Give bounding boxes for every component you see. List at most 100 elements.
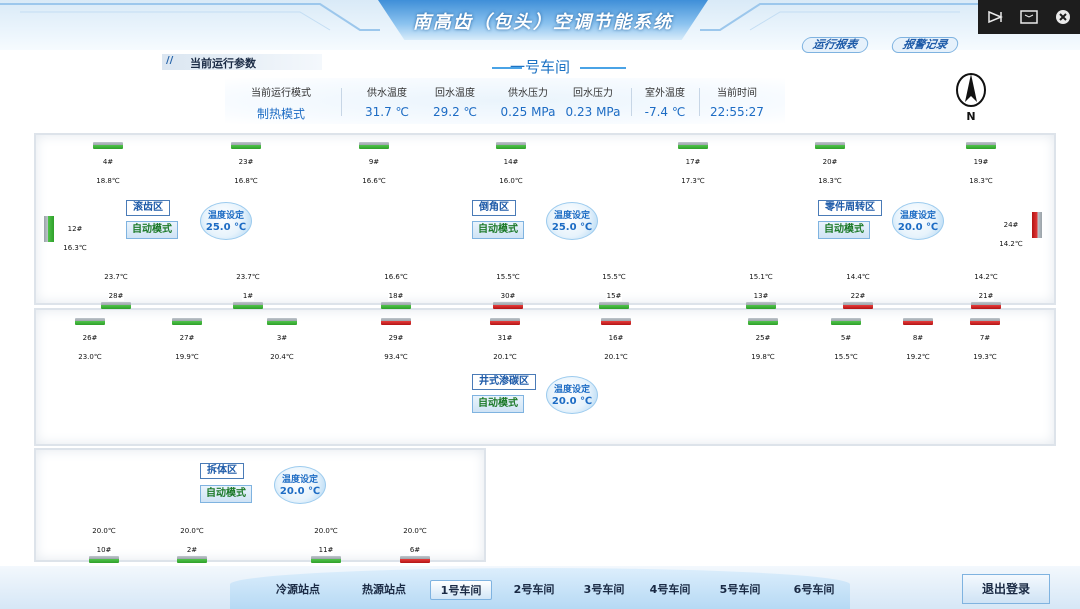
tab-heat-source[interactable]: 热源站点 xyxy=(356,580,412,600)
ac-unit[interactable]: 15.5℃ 30# xyxy=(488,264,528,309)
ac-unit[interactable]: 14.4℃ 22# xyxy=(838,264,878,309)
ac-unit[interactable]: 26# 23.0℃ xyxy=(70,318,110,363)
ac-unit[interactable]: 16.6℃ 18# xyxy=(376,264,416,309)
setpoint-value: 20.0 ℃ xyxy=(551,396,593,407)
unit-id: 14# xyxy=(502,158,520,167)
params-section-header: // 当前运行参数 xyxy=(162,54,322,70)
param-current-time: 当前时间 22:55:27 xyxy=(709,84,765,119)
unit-id: 30# xyxy=(499,292,517,301)
tab-workshop-2[interactable]: 2号车间 xyxy=(506,580,562,600)
tab-workshop-3[interactable]: 3号车间 xyxy=(576,580,632,600)
unit-id: 22# xyxy=(849,292,867,301)
ac-unit[interactable]: 17# 17.3℃ xyxy=(673,142,713,187)
tab-workshop-5[interactable]: 5号车间 xyxy=(712,580,768,600)
unit-id: 28# xyxy=(107,292,125,301)
zone-lingjian-temp-setpoint[interactable]: 温度设定 20.0 ℃ xyxy=(892,202,944,240)
ac-unit[interactable]: 3# 20.4℃ xyxy=(262,318,302,363)
ac-unit-side-icon[interactable] xyxy=(44,216,54,242)
unit-id: 1# xyxy=(241,292,255,301)
ac-unit-icon xyxy=(746,302,776,309)
zone-gunchi-temp-setpoint[interactable]: 温度设定 25.0 ℃ xyxy=(200,202,252,240)
ac-unit[interactable]: 19# 18.3℃ xyxy=(961,142,1001,187)
ac-unit[interactable]: 4# 18.8℃ xyxy=(88,142,128,187)
ac-unit[interactable]: 7# 19.3℃ xyxy=(965,318,1005,363)
ac-unit[interactable]: 8# 19.2℃ xyxy=(898,318,938,363)
compass-arrow-icon xyxy=(956,73,986,107)
ac-unit[interactable]: 23.7℃ 1# xyxy=(228,264,268,309)
zone-jingshi-name: 井式渗碳区 xyxy=(472,374,536,390)
tab-workshop-1[interactable]: 1号车间 xyxy=(430,580,492,600)
ac-unit-icon xyxy=(493,302,523,309)
unit-temp: 16.8℃ xyxy=(233,177,259,186)
ac-unit[interactable]: 15.1℃ 13# xyxy=(741,264,781,309)
param-run-mode: 当前运行模式 制热模式 xyxy=(239,84,323,122)
param-name: 回水压力 xyxy=(573,88,613,99)
unit-id: 6# xyxy=(408,546,422,555)
unit-temp: 18.3℃ xyxy=(968,177,994,186)
ac-unit[interactable]: 16# 20.1℃ xyxy=(596,318,636,363)
alarm-record-link[interactable]: 报警记录 xyxy=(890,37,960,53)
setpoint-value: 25.0 ℃ xyxy=(551,222,593,233)
ac-unit[interactable]: 31# 20.1℃ xyxy=(485,318,525,363)
ac-unit[interactable]: 14.2℃ 21# xyxy=(966,264,1006,309)
tab-cold-source[interactable]: 冷源站点 xyxy=(270,580,326,600)
ac-unit-side-icon[interactable] xyxy=(1032,212,1042,238)
param-name: 回水温度 xyxy=(435,88,475,99)
zone-chaiti-temp-setpoint[interactable]: 温度设定 20.0 ℃ xyxy=(274,466,326,504)
ac-unit[interactable]: 20.0℃ 10# xyxy=(84,518,124,563)
setpoint-label: 温度设定 xyxy=(207,211,244,221)
ac-unit-icon xyxy=(490,318,520,325)
ac-unit[interactable]: 25# 19.8℃ xyxy=(743,318,783,363)
zone-gunchi-mode-button[interactable]: 自动模式 xyxy=(126,221,178,239)
ac-unit[interactable]: 14# 16.0℃ xyxy=(491,142,531,187)
ac-unit[interactable]: 20.0℃ 6# xyxy=(395,518,435,563)
unit-temp: 14.4℃ xyxy=(845,273,871,282)
unit-temp: 15.1℃ xyxy=(748,273,774,282)
unit-id: 18# xyxy=(387,292,405,301)
zone-lingjian-mode-button[interactable]: 自动模式 xyxy=(818,221,870,239)
collapse-icon[interactable] xyxy=(983,5,1007,29)
zone-jingshi-temp-setpoint[interactable]: 温度设定 20.0 ℃ xyxy=(546,376,598,414)
tab-workshop-6[interactable]: 6号车间 xyxy=(786,580,842,600)
unit-id: 3# xyxy=(275,334,289,343)
tab-workshop-4[interactable]: 4号车间 xyxy=(642,580,698,600)
ac-unit[interactable]: 20.0℃ 11# xyxy=(306,518,346,563)
ac-unit-icon xyxy=(101,302,131,309)
unit-id: 12# xyxy=(66,225,84,234)
setpoint-value: 25.0 ℃ xyxy=(205,222,247,233)
ac-unit[interactable]: 20# 18.3℃ xyxy=(810,142,850,187)
ac-unit[interactable]: 27# 19.9℃ xyxy=(167,318,207,363)
close-icon[interactable] xyxy=(1051,5,1075,29)
ac-unit[interactable]: 9# 16.6℃ xyxy=(354,142,394,187)
ac-unit[interactable]: 20.0℃ 2# xyxy=(172,518,212,563)
param-supply-pressure: 供水压力 0.25 MPa xyxy=(495,84,561,119)
ac-unit-icon xyxy=(233,302,263,309)
zone-chaiti-mode-button[interactable]: 自动模式 xyxy=(200,485,252,503)
zone-daojiao-mode-button[interactable]: 自动模式 xyxy=(472,221,524,239)
ac-unit[interactable]: 15.5℃ 15# xyxy=(594,264,634,309)
unit-id: 20# xyxy=(821,158,839,167)
workshop-title-line-right xyxy=(580,67,626,69)
restore-icon[interactable] xyxy=(1017,5,1041,29)
unit-temp: 23.7℃ xyxy=(103,273,129,282)
setpoint-value: 20.0 ℃ xyxy=(279,486,321,497)
report-link[interactable]: 运行报表 xyxy=(800,37,870,53)
ac-unit[interactable]: 23.7℃ 28# xyxy=(96,264,136,309)
param-name: 当前时间 xyxy=(717,88,757,99)
double-slash-icon: // xyxy=(166,55,174,66)
ac-unit[interactable]: 23# 16.8℃ xyxy=(226,142,266,187)
zone-jingshi-mode-button[interactable]: 自动模式 xyxy=(472,395,524,413)
unit-temp: 19.3℃ xyxy=(972,353,998,362)
unit-temp: 20.1℃ xyxy=(492,353,518,362)
ac-unit-icon xyxy=(815,142,845,149)
zone-daojiao-temp-setpoint[interactable]: 温度设定 25.0 ℃ xyxy=(546,202,598,240)
divider xyxy=(631,88,632,116)
ac-unit[interactable]: 29# 93.4℃ xyxy=(376,318,416,363)
ac-unit-icon xyxy=(89,556,119,563)
ac-unit-icon xyxy=(831,318,861,325)
unit-id: 4# xyxy=(101,158,115,167)
unit-id: 8# xyxy=(911,334,925,343)
ac-unit[interactable]: 5# 15.5℃ xyxy=(826,318,866,363)
unit-temp: 19.8℃ xyxy=(750,353,776,362)
logout-button[interactable]: 退出登录 xyxy=(962,574,1050,604)
